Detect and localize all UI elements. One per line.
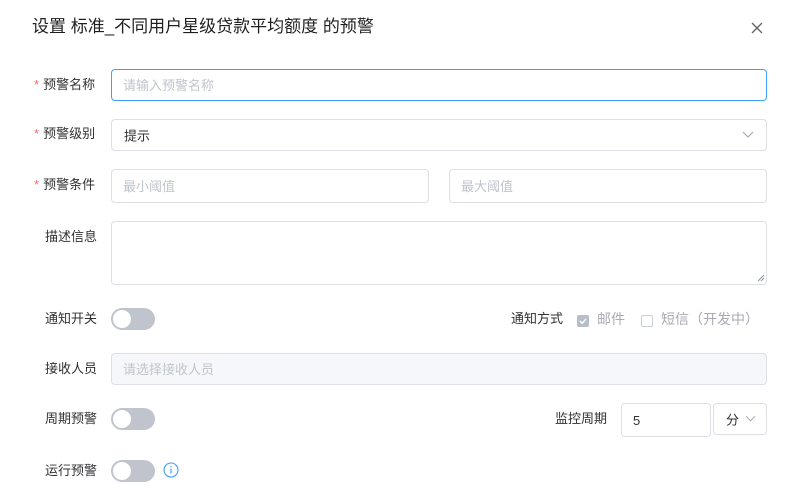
toggle-knob bbox=[113, 462, 131, 480]
required-mark: * bbox=[34, 77, 40, 92]
description-label: 描述信息 bbox=[45, 229, 98, 244]
dialog-title: 设置 标准_不同用户星级贷款平均额度 的预警 bbox=[32, 17, 374, 36]
monitor-period-unit-select[interactable]: 分 bbox=[713, 403, 767, 435]
notify-method-label: 通知方式 bbox=[511, 311, 564, 326]
alert-name-input[interactable] bbox=[111, 69, 767, 101]
toggle-knob bbox=[113, 410, 131, 428]
required-mark: * bbox=[34, 126, 40, 141]
notify-toggle[interactable] bbox=[111, 308, 155, 330]
alert-level-select[interactable]: 提示 bbox=[111, 119, 767, 151]
max-threshold-input[interactable] bbox=[449, 169, 767, 203]
min-threshold-input[interactable] bbox=[111, 169, 429, 203]
close-icon[interactable] bbox=[746, 17, 768, 39]
toggle-knob bbox=[113, 310, 131, 328]
monitor-period-label: 监控周期 bbox=[555, 411, 608, 426]
period-unit-value: 分 bbox=[726, 412, 740, 428]
recipients-select[interactable] bbox=[111, 353, 767, 385]
periodic-alert-toggle[interactable] bbox=[111, 408, 155, 430]
alert-settings-dialog: 设置 标准_不同用户星级贷款平均额度 的预警 *预警名称 *预警级别 提示 *预… bbox=[0, 0, 796, 489]
email-checkbox[interactable] bbox=[577, 315, 589, 327]
periodic-alert-label: 周期预警 bbox=[45, 411, 98, 426]
info-icon[interactable] bbox=[163, 462, 179, 478]
resize-handle-icon[interactable] bbox=[755, 272, 765, 282]
chevron-down-icon bbox=[745, 416, 756, 423]
description-textarea[interactable] bbox=[111, 221, 767, 285]
name-label: * 预警名称 bbox=[34, 77, 96, 92]
level-label: * 预警级别 bbox=[34, 126, 96, 141]
run-alert-toggle[interactable] bbox=[111, 460, 155, 482]
email-option-label[interactable]: 邮件 bbox=[597, 310, 625, 328]
alert-level-value: 提示 bbox=[124, 128, 151, 144]
recipients-label: 接收人员 bbox=[45, 361, 98, 376]
sms-option-label[interactable]: 短信（开发中） bbox=[661, 310, 759, 328]
required-mark: * bbox=[34, 177, 40, 192]
condition-label: * 预警条件 bbox=[34, 177, 96, 192]
monitor-period-input[interactable] bbox=[621, 403, 711, 437]
sms-checkbox[interactable] bbox=[641, 315, 653, 327]
notify-switch-label: 通知开关 bbox=[45, 311, 98, 326]
chevron-down-icon bbox=[742, 131, 754, 139]
run-alert-label: 运行预警 bbox=[45, 463, 98, 478]
